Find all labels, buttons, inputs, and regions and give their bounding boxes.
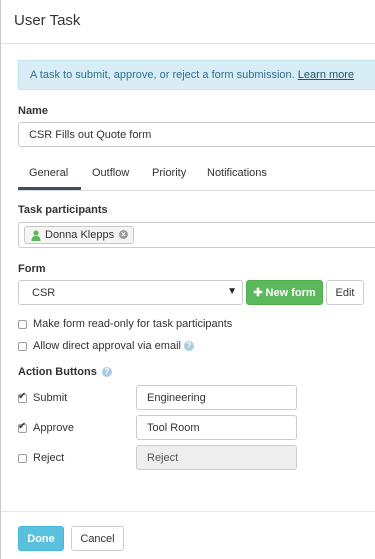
info-text-wrap: A task to submit, approve, or reject a f… [30,69,354,81]
submit-checkbox[interactable] [18,391,27,403]
remove-participant-icon[interactable]: × [119,230,128,239]
submit-button-text: Engineering [147,391,206,404]
form-select-value: CSR [32,287,56,299]
new-form-button[interactable]: ✚ New form [246,280,323,305]
dialog-header: User Task [1,0,375,44]
submit-label: Submit [33,392,68,404]
participants-label: Task participants [18,204,108,216]
approve-checkbox[interactable] [18,421,27,433]
done-button[interactable]: Done [18,526,64,551]
tab-outflow[interactable]: Outflow [92,167,129,179]
dialog: User Task A task to submit, approve, or … [0,0,375,559]
cancel-label: Cancel [80,532,115,545]
help-icon[interactable]: ? [184,341,194,351]
email-approval-checkbox[interactable] [18,342,27,351]
new-form-label: New form [265,286,316,299]
tab-bar: General Outflow Priority Notifications [18,161,375,191]
form-label: Form [18,263,46,275]
approve-button-text-input[interactable]: Tool Room [136,415,297,440]
readonly-checkbox[interactable] [18,320,27,329]
approve-button-text: Tool Room [147,421,200,434]
learn-more-link[interactable]: Learn more [298,69,354,81]
form-select[interactable]: CSR ▼ [18,280,243,305]
reject-label: Reject [33,452,65,464]
dialog-title: User Task [14,12,81,29]
submit-button-text-input[interactable]: Engineering [136,385,297,410]
reject-button-text: Reject [147,451,179,464]
action-buttons-label: Action Buttons [18,366,97,378]
name-label: Name [18,105,48,117]
name-value: CSR Fills out Quote form [29,128,152,141]
help-icon[interactable]: ? [102,367,112,377]
tab-notifications[interactable]: Notifications [207,167,267,179]
plus-icon: ✚ [253,287,263,299]
edit-label: Edit [335,286,355,299]
active-tab-indicator [18,187,81,190]
user-icon [31,230,41,241]
caret-down-icon: ▼ [227,286,237,297]
cancel-button[interactable]: Cancel [71,526,124,551]
participant-name: Donna Klepps [45,229,115,241]
info-text: A task to submit, approve, or reject a f… [30,69,295,81]
readonly-label: Make form read-only for task participant… [33,318,233,330]
info-banner: A task to submit, approve, or reject a f… [18,60,375,90]
reject-checkbox[interactable] [18,454,27,463]
email-approval-label: Allow direct approval via email [33,340,181,352]
done-label: Done [27,532,55,545]
participant-chip: Donna Klepps × [24,226,134,244]
name-input[interactable]: CSR Fills out Quote form [18,122,375,147]
tab-priority[interactable]: Priority [152,167,186,179]
participants-input[interactable]: Donna Klepps × [18,222,375,248]
approve-label: Approve [33,422,74,434]
tab-general[interactable]: General [29,167,68,179]
reject-button-text-input: Reject [136,445,297,470]
edit-form-button[interactable]: Edit [326,280,364,305]
